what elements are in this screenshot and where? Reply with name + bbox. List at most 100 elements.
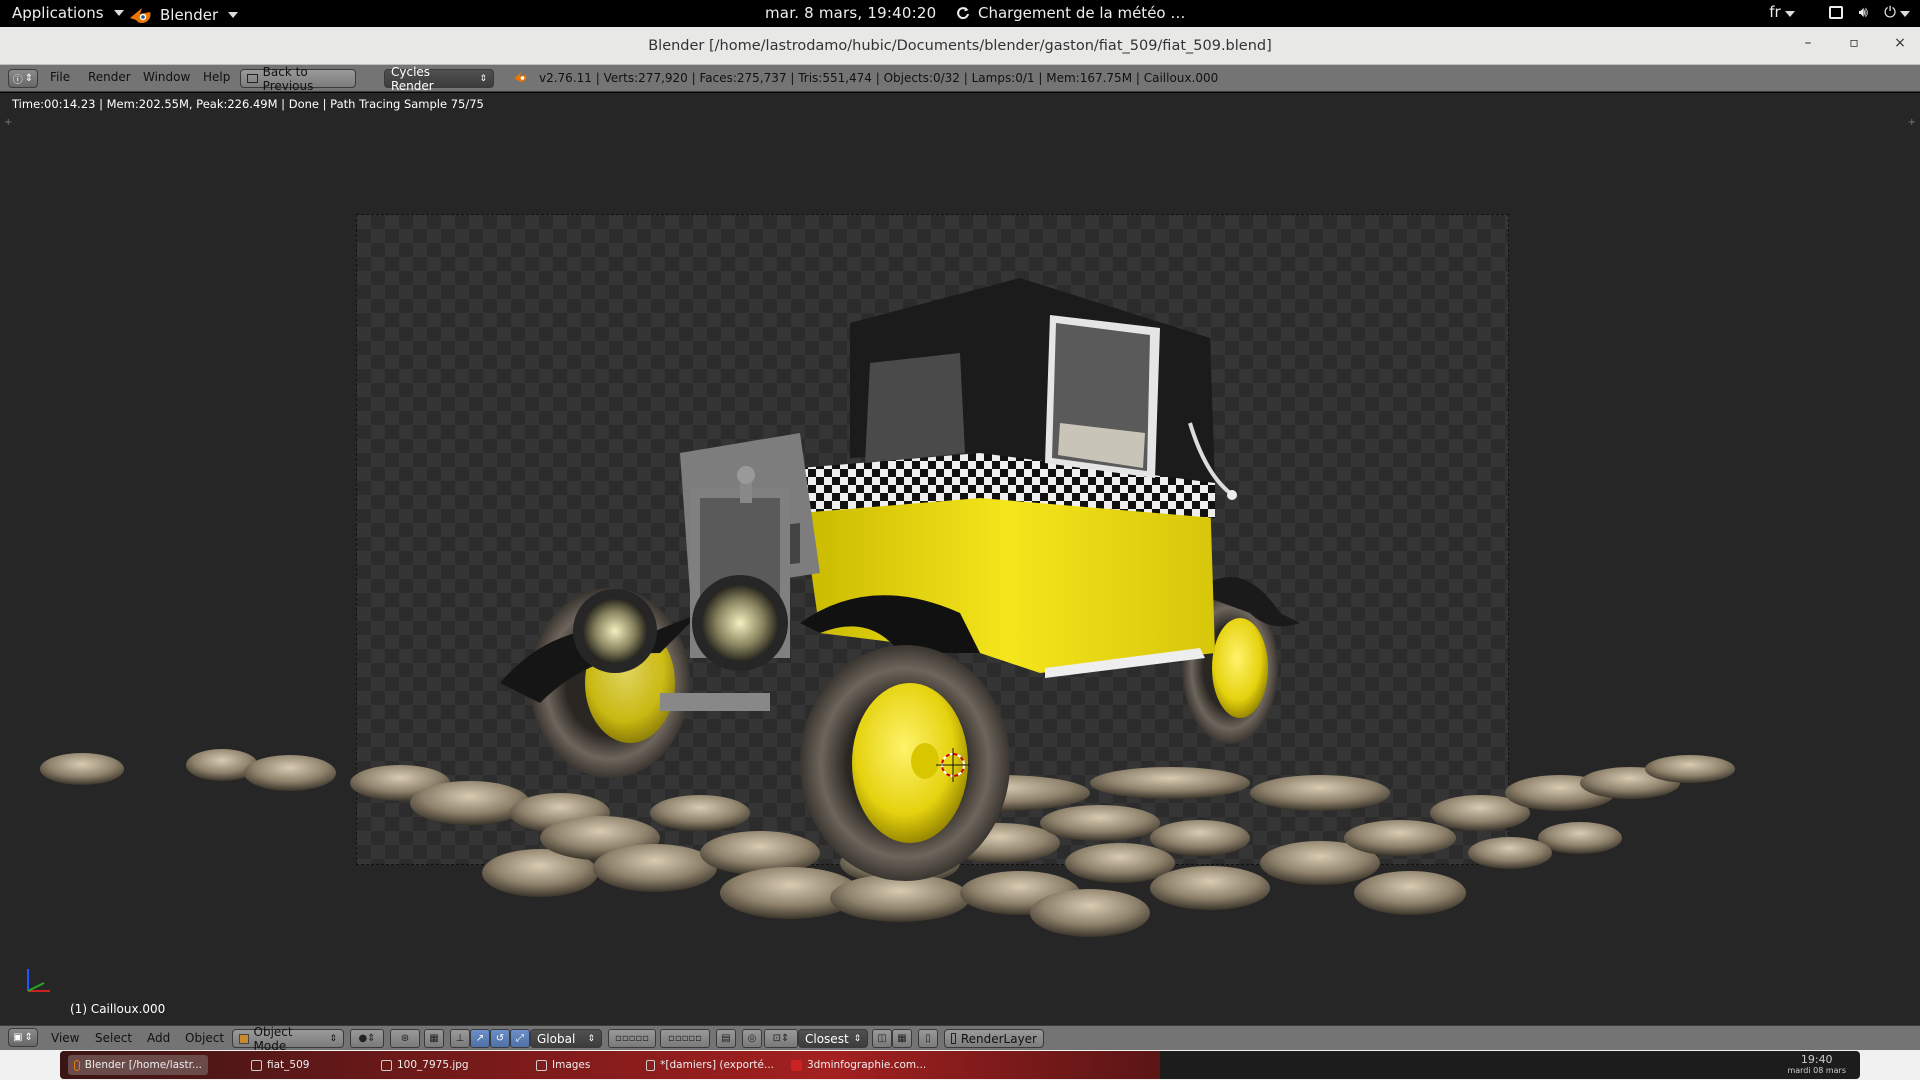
- task-blender[interactable]: Blender [/home/lastr...: [68, 1055, 208, 1075]
- power-icon[interactable]: ⏻: [1884, 3, 1910, 21]
- refresh-icon: [957, 7, 969, 20]
- menu-object[interactable]: Object: [185, 1031, 224, 1045]
- render-engine-label: Cycles Render: [391, 64, 434, 93]
- editor-type-button[interactable]: ▣ ⇕: [8, 1028, 38, 1047]
- screen-icon: [247, 74, 258, 83]
- render-layer-select[interactable]: RenderLayer: [944, 1029, 1044, 1048]
- 3d-viewport[interactable]: Time:00:14.23 | Mem:202.55M, Peak:226.49…: [0, 93, 1920, 1025]
- taskbar: Blender [/home/lastr... fiat_509 100_797…: [60, 1051, 1860, 1079]
- updown-icon: ⇕: [24, 73, 34, 84]
- translate-manipulator[interactable]: ↗: [470, 1029, 490, 1048]
- top-panel: Applications Blender mar. 8 mars, 19:40:…: [0, 0, 1920, 27]
- menu-add[interactable]: Add: [147, 1031, 170, 1045]
- layers-icon: ▫▫▫▫▫: [615, 1033, 649, 1044]
- scale-icon: ⤢: [516, 1033, 524, 1044]
- chevron-down-icon: [1784, 11, 1795, 17]
- task-fiat-509[interactable]: fiat_509: [245, 1055, 365, 1075]
- rotate-icon: ↺: [495, 1033, 505, 1044]
- task-label: *[damiers] (exporté...: [660, 1059, 774, 1071]
- shading-select[interactable]: ● ⇕: [350, 1029, 384, 1048]
- updown-icon: ⇕: [587, 1033, 595, 1044]
- chevron-down-icon: [1900, 11, 1910, 17]
- taskbar-date: mardi 08 mars: [1787, 1066, 1846, 1075]
- snap-target-select[interactable]: Closest ⇕: [798, 1029, 868, 1048]
- grid-icon: ▦: [429, 1033, 439, 1044]
- manipulator-icon: ⊥: [455, 1033, 465, 1044]
- system-tray: fr 🔊︎ ⏻: [1769, 3, 1910, 21]
- limit-selection-button[interactable]: ▦: [424, 1029, 444, 1048]
- layers-group-2[interactable]: ▫▫▫▫▫: [660, 1029, 710, 1048]
- gimp-icon: [646, 1059, 656, 1071]
- layers-group-1[interactable]: ▫▫▫▫▫: [608, 1029, 656, 1048]
- opengl-render-button[interactable]: ◫: [872, 1029, 892, 1048]
- language-indicator[interactable]: fr: [1769, 3, 1795, 21]
- scene-stats: v2.76.11 | Verts:277,920 | Faces:275,737…: [539, 71, 1219, 85]
- taskbar-time: 19:40: [1800, 1053, 1833, 1066]
- folder-icon: [251, 1059, 262, 1071]
- task-label: fiat_509: [267, 1059, 310, 1071]
- weather-indicator[interactable]: Chargement de la météo …: [956, 4, 1185, 22]
- menu-view[interactable]: View: [51, 1031, 79, 1045]
- back-to-previous-button[interactable]: Back to Previous: [240, 65, 356, 93]
- language-label: fr: [1769, 3, 1781, 21]
- layers-icon: ▫▫▫▫▫: [668, 1033, 702, 1044]
- object-mode-icon: [239, 1033, 249, 1044]
- chevron-down-icon: [228, 12, 239, 18]
- manipulator-toggle[interactable]: ⊥: [450, 1029, 470, 1048]
- axes-gizmo-icon: [27, 969, 50, 992]
- image-icon: [381, 1059, 392, 1071]
- proportional-edit-button[interactable]: ◎: [742, 1029, 762, 1048]
- applications-label: Applications: [12, 4, 104, 22]
- volume-icon[interactable]: 🔊︎: [1859, 3, 1868, 21]
- updown-icon: ⇕: [479, 73, 487, 84]
- task-label: 3dminfographie.com...: [807, 1059, 927, 1071]
- camera-icon: ◫: [877, 1033, 887, 1044]
- folder-icon: [536, 1059, 547, 1071]
- updown-icon: ⇕: [329, 1033, 337, 1044]
- menu-file[interactable]: File: [50, 70, 70, 84]
- taskbar-clock[interactable]: 19:40 mardi 08 mars: [1787, 1053, 1846, 1075]
- lock-icon: ▤: [721, 1033, 731, 1044]
- border-icon: ▯: [925, 1033, 931, 1044]
- render-engine-select[interactable]: Cycles Render ⇕: [384, 65, 494, 93]
- blender-version-icon: [513, 69, 529, 88]
- task-label: 100_7975.jpg: [397, 1059, 469, 1071]
- task-filezilla[interactable]: 3dminfographie.com...: [785, 1055, 935, 1075]
- pivot-select[interactable]: ⊛: [390, 1029, 420, 1048]
- blender-logo-icon: [128, 4, 154, 26]
- menu-help[interactable]: Help: [203, 70, 230, 84]
- proportional-icon: ◎: [747, 1033, 757, 1044]
- task-image-viewer[interactable]: 100_7975.jpg: [375, 1055, 515, 1075]
- transform-orientation-select[interactable]: Global ⇕: [530, 1029, 602, 1048]
- back-to-previous-label: Back to Previous: [262, 64, 314, 93]
- info-icon: ⓘ: [12, 75, 23, 86]
- rotate-manipulator[interactable]: ↺: [490, 1029, 510, 1048]
- updown-icon: ⇕: [367, 1033, 376, 1044]
- blender-icon: [74, 1059, 80, 1071]
- window-title: Blender [/home/lastrodamo/hubic/Document…: [648, 38, 1272, 54]
- mode-select[interactable]: Object Mode ⇕: [232, 1025, 344, 1053]
- render-border-toggle[interactable]: ▯: [918, 1029, 938, 1048]
- app-name: Blender: [160, 6, 219, 24]
- task-images[interactable]: Images: [530, 1055, 650, 1075]
- minimize-button[interactable]: –: [1800, 35, 1816, 51]
- menu-render[interactable]: Render: [88, 70, 131, 84]
- magnet-icon: ⊡: [772, 1033, 781, 1044]
- task-damiers[interactable]: *[damiers] (exporté...: [640, 1055, 780, 1075]
- menu-window[interactable]: Window: [143, 70, 190, 84]
- window-icon[interactable]: [1828, 5, 1843, 19]
- close-button[interactable]: ×: [1892, 35, 1908, 51]
- app-menu[interactable]: Blender: [128, 4, 239, 26]
- window-titlebar[interactable]: Blender [/home/lastrodamo/hubic/Document…: [0, 27, 1920, 65]
- menu-select[interactable]: Select: [95, 1031, 132, 1045]
- snap-element-select[interactable]: ⊡ ⇕: [764, 1029, 798, 1048]
- task-label: Images: [552, 1059, 591, 1071]
- opengl-animation-button[interactable]: ▦: [892, 1029, 912, 1048]
- maximize-button[interactable]: ▫: [1846, 35, 1862, 51]
- editor-type-button[interactable]: ⓘ ⇕: [8, 69, 38, 88]
- applications-menu[interactable]: Applications: [12, 4, 124, 22]
- cube-icon: ▣: [13, 1032, 23, 1043]
- lock-layers-button[interactable]: ▤: [716, 1029, 736, 1048]
- scale-manipulator[interactable]: ⤢: [510, 1029, 530, 1048]
- clock[interactable]: mar. 8 mars, 19:40:20: [765, 4, 936, 22]
